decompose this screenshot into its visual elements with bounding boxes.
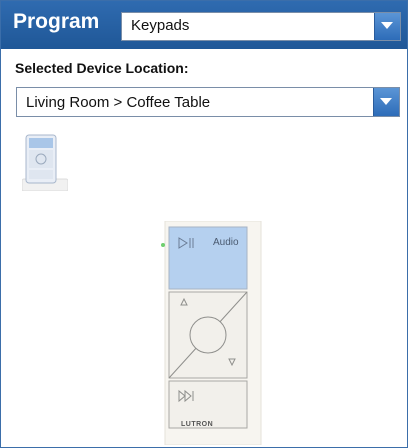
program-dropdown-value: Keypads	[131, 17, 190, 34]
panel-header: Program Keypads	[1, 1, 407, 49]
program-dropdown[interactable]: Keypads	[121, 12, 401, 41]
panel-title: Program	[13, 10, 100, 33]
led-indicator	[161, 243, 165, 247]
program-dropdown-button[interactable]	[374, 13, 400, 40]
program-panel: Program Keypads Selected Device Location…	[0, 0, 408, 448]
brand-logo-text: LUTRON	[181, 421, 214, 428]
chevron-down-icon	[380, 98, 392, 105]
chevron-down-icon	[381, 22, 393, 29]
location-label: Selected Device Location:	[15, 60, 189, 76]
location-dropdown-button[interactable]	[373, 88, 399, 116]
keypad-thumbnail-icon[interactable]	[22, 133, 68, 191]
audio-button-label: Audio	[213, 237, 239, 248]
keypad-raise-lower-button[interactable]	[168, 291, 248, 379]
location-dropdown[interactable]: Living Room > Coffee Table	[16, 87, 400, 117]
location-dropdown-value: Living Room > Coffee Table	[26, 94, 211, 111]
keypad-device	[161, 221, 262, 445]
